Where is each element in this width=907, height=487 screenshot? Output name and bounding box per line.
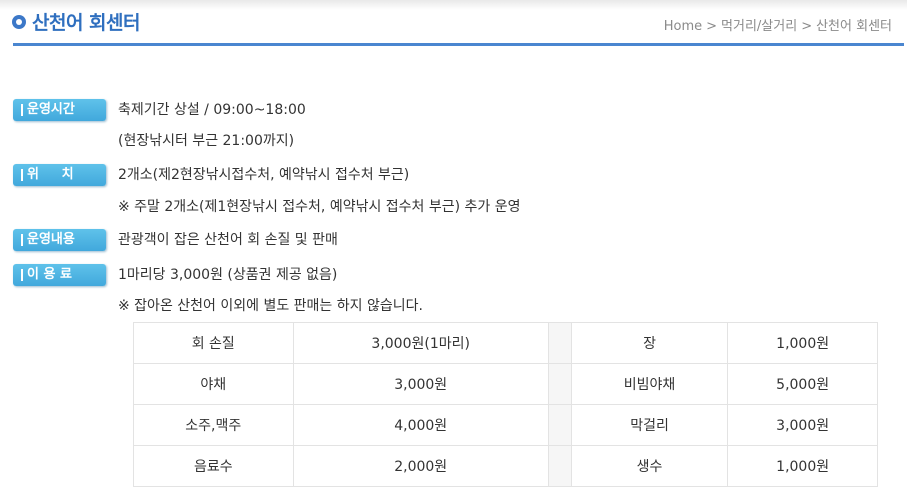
breadcrumb-category[interactable]: 먹거리/살거리 (721, 19, 797, 34)
item-name-cell: 막걸리 (570, 404, 729, 446)
fee-note: ※ 잡아온 산천어 이외에 별도 판매는 하지 않습니다. (118, 298, 423, 314)
location-label-badge: 위 치 (13, 164, 106, 186)
hours-text: 축제기간 상설 / 09:00~18:00 (118, 102, 306, 118)
item-price-cell: 5,000원 (727, 363, 878, 405)
page-title: 산천어 회센터 (32, 12, 141, 34)
table-row: 회 손질 3,000원(1마리) 장 1,000원 (133, 322, 878, 364)
fee-label-badge: 이 용 료 (13, 264, 106, 286)
column-gap (547, 322, 572, 364)
item-price-cell: 1,000원 (727, 445, 878, 487)
column-gap (547, 404, 572, 446)
breadcrumb-separator: > (801, 19, 813, 34)
item-price-cell: 3,000원 (727, 404, 878, 446)
breadcrumb: Home > 먹거리/살거리 > 산천어 회센터 (664, 15, 892, 34)
location-text: 2개소(제2현장낚시접수처, 예약낚시 접수처 부근) (118, 167, 410, 183)
item-price-cell: 1,000원 (727, 322, 878, 364)
table-row: 야채 3,000원 비빔야채 5,000원 (133, 363, 878, 405)
item-name-cell: 음료수 (133, 445, 294, 487)
item-name-cell: 야채 (133, 363, 294, 405)
item-price-cell: 3,000원 (292, 363, 549, 405)
item-price-cell: 3,000원(1마리) (292, 322, 549, 364)
page-header: 산천어 회센터 (12, 8, 141, 35)
item-price-cell: 2,000원 (292, 445, 549, 487)
bullet-circle-icon (12, 14, 26, 29)
column-gap (547, 363, 572, 405)
item-name-cell: 비빔야채 (570, 363, 729, 405)
table-row: 소주,맥주 4,000원 막걸리 3,000원 (133, 404, 878, 446)
item-name-cell: 생수 (570, 445, 729, 487)
breadcrumb-current: 산천어 회센터 (816, 19, 892, 34)
info-row-location: 위 치 2개소(제2현장낚시접수처, 예약낚시 접수처 부근) (13, 164, 409, 186)
location-note: ※ 주말 2개소(제1현장낚시 접수처, 예약낚시 접수처 부근) 추가 운영 (118, 199, 521, 215)
breadcrumb-home[interactable]: Home (664, 19, 702, 34)
content-label-badge: 운영내용 (13, 229, 106, 251)
hours-label-badge: 운영시간 (13, 99, 106, 121)
content-text: 관광객이 잡은 산천어 회 손질 및 판매 (118, 232, 338, 248)
info-row-fee: 이 용 료 1마리당 3,000원 (상품권 제공 없음) (13, 264, 337, 286)
item-name-cell: 장 (570, 322, 729, 364)
column-gap (547, 445, 572, 487)
info-row-hours: 운영시간 축제기간 상설 / 09:00~18:00 (13, 99, 306, 121)
item-name-cell: 소주,맥주 (133, 404, 294, 446)
hours-note: (현장낚시터 부근 21:00까지) (118, 133, 295, 149)
fee-text: 1마리당 3,000원 (상품권 제공 없음) (118, 267, 338, 283)
item-price-cell: 4,000원 (292, 404, 549, 446)
info-row-content: 운영내용 관광객이 잡은 산천어 회 손질 및 판매 (13, 229, 338, 251)
price-table: 회 손질 3,000원(1마리) 장 1,000원 야채 3,000원 비빔야채… (133, 322, 878, 487)
breadcrumb-separator: > (706, 19, 718, 34)
item-name-cell: 회 손질 (133, 322, 294, 364)
table-row: 음료수 2,000원 생수 1,000원 (133, 445, 878, 487)
title-divider (13, 43, 904, 46)
